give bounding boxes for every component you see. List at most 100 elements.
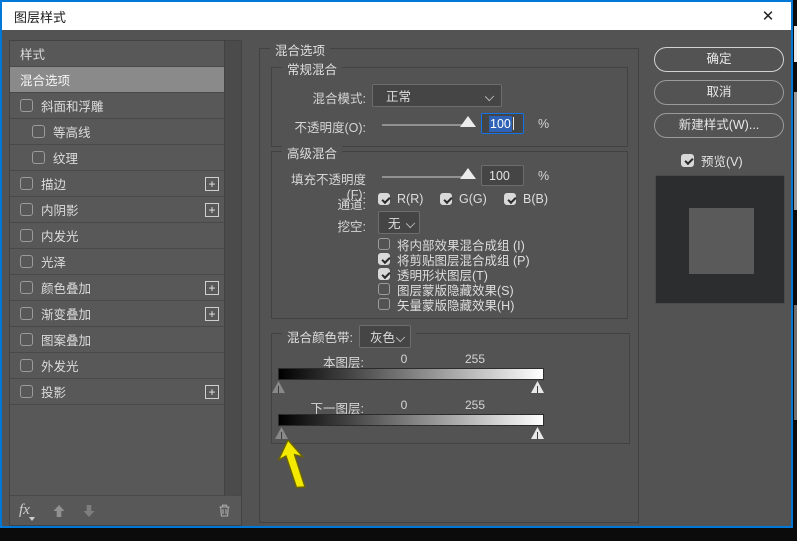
sidebar-item-label: 光泽 — [41, 252, 66, 271]
this-layer-white-slider[interactable] — [531, 381, 544, 393]
sidebar-item-inner-shadow[interactable]: 内阴影 + — [10, 197, 224, 223]
underlying-layer-gradient-bar[interactable] — [278, 414, 544, 426]
sidebar-item-pattern-overlay[interactable]: 图案叠加 — [10, 327, 224, 353]
this-layer-gradient-bar[interactable] — [278, 368, 544, 380]
chevron-down-icon — [406, 219, 415, 228]
blend-if-label: 混合颜色带: — [287, 327, 353, 346]
fill-opacity-input[interactable]: 100 — [481, 165, 524, 186]
chevron-down-icon — [396, 333, 405, 342]
sidebar-footer: fx — [10, 495, 241, 525]
blend-mode-select[interactable]: 正常 — [372, 84, 502, 107]
drop-shadow-checkbox[interactable] — [20, 385, 33, 398]
sidebar-item-label: 描边 — [41, 174, 66, 193]
sidebar-item-stroke[interactable]: 描边 + — [10, 171, 224, 197]
sidebar-item-satin[interactable]: 光泽 — [10, 249, 224, 275]
add-gradient-overlay-icon[interactable]: + — [205, 307, 219, 321]
blend-if-channel-value: 灰色 — [370, 327, 395, 346]
channel-r-label: R(R) — [397, 192, 423, 206]
advanced-blending-legend: 高级混合 — [282, 143, 342, 162]
blend-if-channel-select[interactable]: 灰色 — [359, 325, 411, 348]
ok-button[interactable]: 确定 — [654, 47, 784, 72]
this-layer-black-slider[interactable] — [272, 381, 285, 393]
move-effect-down-icon[interactable] — [82, 504, 96, 518]
sidebar-item-color-overlay[interactable]: 颜色叠加 + — [10, 275, 224, 301]
transparency-shapes-checkbox[interactable] — [378, 268, 390, 280]
this-layer-min: 0 — [394, 352, 414, 366]
channel-b-label: B(B) — [523, 192, 548, 206]
color-overlay-checkbox[interactable] — [20, 281, 33, 294]
channel-g[interactable]: G(G) — [440, 192, 487, 206]
chevron-down-icon — [485, 92, 494, 101]
opacity-label: 不透明度(O): — [272, 117, 366, 136]
layer-mask-hides-checkbox[interactable] — [378, 283, 390, 295]
blend-clipped-checkbox[interactable] — [378, 253, 390, 265]
option-vector-mask-hides[interactable]: 矢量蒙版隐藏效果(H) — [378, 297, 514, 311]
underlying-layer-white-slider[interactable] — [531, 427, 544, 439]
this-layer-max: 255 — [460, 352, 490, 366]
knockout-value: 无 — [388, 213, 401, 232]
gradient-overlay-checkbox[interactable] — [20, 307, 33, 320]
blend-mode-label: 混合模式: — [272, 88, 366, 107]
outer-glow-checkbox[interactable] — [20, 359, 33, 372]
texture-checkbox[interactable] — [32, 151, 45, 164]
satin-checkbox[interactable] — [20, 255, 33, 268]
delete-effect-icon[interactable] — [217, 503, 232, 518]
inner-shadow-checkbox[interactable] — [20, 203, 33, 216]
add-inner-shadow-icon[interactable]: + — [205, 203, 219, 217]
sidebar-item-bevel-emboss[interactable]: 斜面和浮雕 — [10, 93, 224, 119]
new-style-button[interactable]: 新建样式(W)... — [654, 113, 784, 138]
add-drop-shadow-icon[interactable]: + — [205, 385, 219, 399]
fill-opacity-slider-track[interactable] — [382, 176, 470, 178]
contour-checkbox[interactable] — [32, 125, 45, 138]
sidebar-item-outer-glow[interactable]: 外发光 — [10, 353, 224, 379]
channel-g-label: G(G) — [459, 192, 487, 206]
sidebar-item-texture[interactable]: 纹理 — [10, 145, 224, 171]
close-icon[interactable]: ✕ — [749, 2, 787, 30]
sidebar-item-contour[interactable]: 等高线 — [10, 119, 224, 145]
sidebar-item-styles[interactable]: 样式 — [10, 41, 224, 67]
channel-b[interactable]: B(B) — [504, 192, 548, 206]
blend-if-group: 混合颜色带: 灰色 本图层: 0 255 下一图层: 0 255 — [271, 333, 630, 444]
channels-label: 通道: — [272, 194, 366, 213]
stroke-checkbox[interactable] — [20, 177, 33, 190]
styles-sidebar: 样式 混合选项 斜面和浮雕 等高线 纹理 — [9, 40, 242, 526]
preview-toggle[interactable]: 预览(V) — [681, 151, 743, 170]
sidebar-item-label: 斜面和浮雕 — [41, 96, 104, 115]
opacity-input[interactable]: 100 — [481, 113, 524, 134]
opacity-slider-thumb[interactable] — [460, 116, 476, 127]
fill-opacity-slider-thumb[interactable] — [460, 168, 476, 179]
preview-label: 预览(V) — [701, 151, 743, 170]
general-blending-legend: 常规混合 — [282, 59, 342, 78]
vector-mask-hides-checkbox[interactable] — [378, 298, 390, 310]
sidebar-item-blending-options[interactable]: 混合选项 — [10, 67, 224, 93]
sidebar-item-gradient-overlay[interactable]: 渐变叠加 + — [10, 301, 224, 327]
channel-r[interactable]: R(R) — [378, 192, 423, 206]
sidebar-item-label: 投影 — [41, 382, 66, 401]
move-effect-up-icon[interactable] — [52, 504, 66, 518]
opacity-slider-track[interactable] — [382, 124, 470, 126]
knockout-label: 挖空: — [272, 216, 366, 235]
underlying-layer-black-slider[interactable] — [275, 427, 288, 439]
sidebar-item-label: 外发光 — [41, 356, 79, 375]
titlebar[interactable]: 图层样式 ✕ — [2, 2, 791, 30]
add-stroke-icon[interactable]: + — [205, 177, 219, 191]
blend-interior-checkbox[interactable] — [378, 238, 390, 250]
cancel-button[interactable]: 取消 — [654, 80, 784, 105]
channel-g-checkbox[interactable] — [440, 193, 452, 205]
sidebar-item-inner-glow[interactable]: 内发光 — [10, 223, 224, 249]
underlying-layer-min: 0 — [394, 398, 414, 412]
fx-menu-icon[interactable]: fx — [19, 502, 30, 519]
add-color-overlay-icon[interactable]: + — [205, 281, 219, 295]
preview-checkbox[interactable] — [681, 154, 694, 167]
pattern-overlay-checkbox[interactable] — [20, 333, 33, 346]
sidebar-item-drop-shadow[interactable]: 投影 + — [10, 379, 224, 405]
sidebar-item-label: 内发光 — [41, 226, 79, 245]
sidebar-item-label: 图案叠加 — [41, 330, 91, 349]
sidebar-item-label: 渐变叠加 — [41, 304, 91, 323]
inner-glow-checkbox[interactable] — [20, 229, 33, 242]
bevel-emboss-checkbox[interactable] — [20, 99, 33, 112]
channel-r-checkbox[interactable] — [378, 193, 390, 205]
knockout-select[interactable]: 无 — [378, 211, 420, 234]
channel-b-checkbox[interactable] — [504, 193, 516, 205]
sidebar-scrollbar[interactable] — [224, 41, 241, 495]
